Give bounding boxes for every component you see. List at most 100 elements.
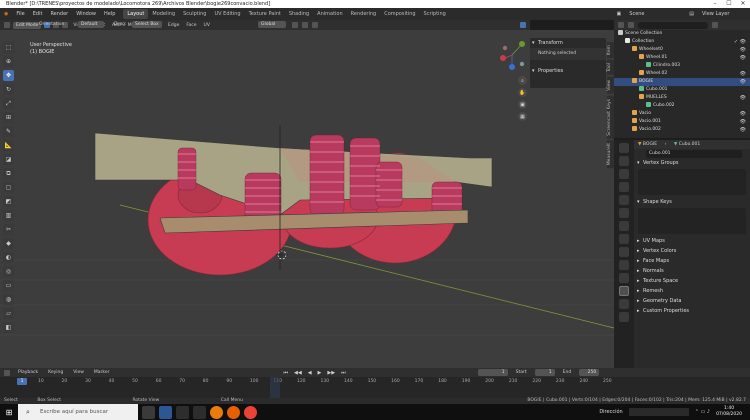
outliner-row[interactable]: Vacio.002 👁 <box>614 126 750 134</box>
outliner-editor-icon[interactable] <box>618 22 624 28</box>
workspace-tab-compositing[interactable]: Compositing <box>380 9 419 19</box>
n-tab-view[interactable]: View <box>607 77 614 94</box>
workspace-tab-sculpting[interactable]: Sculpting <box>179 9 210 19</box>
workspace-tab-rendering[interactable]: Rendering <box>347 9 381 19</box>
zoom-icon[interactable]: ⌕ <box>518 76 527 85</box>
texture-tab[interactable] <box>619 312 629 322</box>
outliner-row[interactable]: Collection ✓ 👁 <box>614 38 750 46</box>
menu-edit[interactable]: Edit <box>29 11 47 17</box>
system-tray-icons[interactable]: ⌃ ▭ ♪ <box>695 409 710 415</box>
3d-viewport[interactable]: ⌕ ✋ ▣ ▦ <box>0 30 614 368</box>
frame-cursor[interactable]: 1 <box>17 378 27 385</box>
start-frame-field[interactable]: 1 <box>534 369 555 376</box>
blender-logo-icon[interactable]: ◉ <box>0 11 12 17</box>
object-properties-tab[interactable] <box>619 221 629 231</box>
visibility-eye-icon[interactable]: 👁 <box>740 54 746 62</box>
ortho-toggle-icon[interactable]: ▦ <box>518 112 527 121</box>
property-section-header[interactable]: Geometry Data <box>634 296 750 306</box>
visibility-eye-icon[interactable]: 👁 <box>740 70 746 78</box>
camera-view-icon[interactable]: ▣ <box>518 100 527 109</box>
physics-tab[interactable] <box>619 260 629 270</box>
close-icon[interactable]: ✕ <box>736 0 750 8</box>
visibility-eye-icon[interactable]: 👁 <box>740 110 746 118</box>
loop-cut-icon[interactable]: ▥ <box>3 210 14 221</box>
scene-properties-tab[interactable] <box>619 195 629 205</box>
outliner-row[interactable]: Wheelset0 👁 <box>614 46 750 54</box>
render-properties-tab[interactable] <box>619 156 629 166</box>
menu-file[interactable]: File <box>12 11 28 17</box>
current-frame-field[interactable]: 1 <box>477 369 508 376</box>
visibility-eye-icon[interactable]: 👁 <box>740 46 746 54</box>
outliner-search-input[interactable] <box>638 21 708 29</box>
tool-properties-tab[interactable] <box>619 143 629 153</box>
rip-region-icon[interactable]: ◧ <box>3 322 14 333</box>
blender-taskbar-icon[interactable] <box>210 405 223 419</box>
visibility-eye-icon[interactable]: 👁 <box>740 126 746 134</box>
transform-panel-header[interactable]: Transform <box>530 38 606 48</box>
workspace-tab-texture-paint[interactable]: Texture Paint <box>245 9 285 19</box>
outliner-row[interactable]: Vacio 👁 <box>614 110 750 118</box>
scene-selector[interactable]: Scene <box>625 11 685 17</box>
output-properties-tab[interactable] <box>619 169 629 179</box>
property-section-header[interactable]: Shape Keys <box>634 197 750 207</box>
gizmo-toggle-icon[interactable] <box>520 22 526 28</box>
axis-gizmo[interactable] <box>500 41 525 70</box>
workspace-tab-layout[interactable]: Layout <box>123 9 149 19</box>
extrude-tool-icon[interactable]: ⧉ <box>3 168 14 179</box>
outliner-row[interactable]: Scene Collection <box>614 30 750 38</box>
menu-render[interactable]: Render <box>46 11 72 17</box>
edge-icon[interactable] <box>176 405 189 419</box>
mesh-name-field[interactable]: Cubo.001 <box>646 150 742 158</box>
knife-tool-icon[interactable]: ✂ <box>3 224 14 235</box>
pan-hand-icon[interactable]: ✋ <box>518 88 527 97</box>
edge-slide-icon[interactable]: ▭ <box>3 280 14 291</box>
property-section-header[interactable]: Vertex Colors <box>634 246 750 256</box>
visibility-eye-icon[interactable]: 👁 <box>740 94 746 102</box>
maximize-icon[interactable]: ☐ <box>722 0 736 8</box>
mail-icon[interactable] <box>193 405 206 419</box>
move-tool-icon[interactable]: ✥ <box>3 70 14 81</box>
shear-tool-icon[interactable]: ▱ <box>3 308 14 319</box>
workspace-tab-modeling[interactable]: Modeling <box>148 9 179 19</box>
address-toolbar-label[interactable]: Dirección <box>599 409 622 415</box>
jump-start-icon[interactable]: ⏮ <box>283 370 288 376</box>
rotate-tool-icon[interactable]: ↻ <box>3 84 14 95</box>
taskbar-search-input[interactable]: ⌕ Escribe aquí para buscar <box>18 404 138 420</box>
scale-tool-icon[interactable]: ⤢ <box>3 98 14 109</box>
transform-orientation-dropdown[interactable]: Global <box>258 21 286 28</box>
property-section-header[interactable]: Face Maps <box>634 256 750 266</box>
outliner-row[interactable]: MUELLES 👁 <box>614 94 750 102</box>
outliner-display-mode-icon[interactable] <box>628 22 634 28</box>
poly-build-icon[interactable]: ◆ <box>3 238 14 249</box>
workspace-tab-shading[interactable]: Shading <box>285 9 313 19</box>
world-properties-tab[interactable] <box>619 208 629 218</box>
add-cube-icon[interactable]: ◪ <box>3 154 14 165</box>
outliner-row[interactable]: Cubo.001 <box>614 86 750 94</box>
n-tab-screencast-keys[interactable]: Screencast Keys <box>607 95 614 139</box>
material-tab[interactable] <box>619 299 629 309</box>
workspace-tab-animation[interactable]: Animation <box>313 9 347 19</box>
visibility-eye-icon[interactable]: 👁 <box>740 78 746 86</box>
property-section-header[interactable]: Vertex Groups <box>634 158 750 168</box>
property-section-header[interactable]: Custom Properties <box>634 306 750 316</box>
bevel-tool-icon[interactable]: ◩ <box>3 196 14 207</box>
shrink-fatten-icon[interactable]: ◍ <box>3 294 14 305</box>
n-tab-measureit[interactable]: MeasureIt <box>607 140 614 169</box>
n-tab-item[interactable]: Item <box>607 42 614 59</box>
pivot-icon[interactable] <box>292 22 298 28</box>
workspace-tab-uv-editing[interactable]: UV Editing <box>210 9 244 19</box>
inset-tool-icon[interactable]: ▢ <box>3 182 14 193</box>
annotate-tool-icon[interactable]: ✎ <box>3 126 14 137</box>
menu-keying[interactable]: Keying <box>46 370 65 375</box>
play-icon[interactable]: ▶ <box>318 370 322 376</box>
properties-panel-header[interactable]: Properties <box>530 66 606 76</box>
chrome-icon[interactable] <box>244 405 257 419</box>
jump-end-icon[interactable]: ⏭ <box>341 370 346 376</box>
modifier-properties-tab[interactable] <box>619 234 629 244</box>
end-frame-field[interactable]: 250 <box>579 369 600 376</box>
snap-icon[interactable] <box>302 22 308 28</box>
windows-start-icon[interactable]: ⊞ <box>0 404 18 420</box>
next-key-icon[interactable]: ▶▶ <box>327 370 335 376</box>
explorer-icon[interactable] <box>159 405 172 419</box>
timeline-editor-icon[interactable] <box>4 369 10 376</box>
